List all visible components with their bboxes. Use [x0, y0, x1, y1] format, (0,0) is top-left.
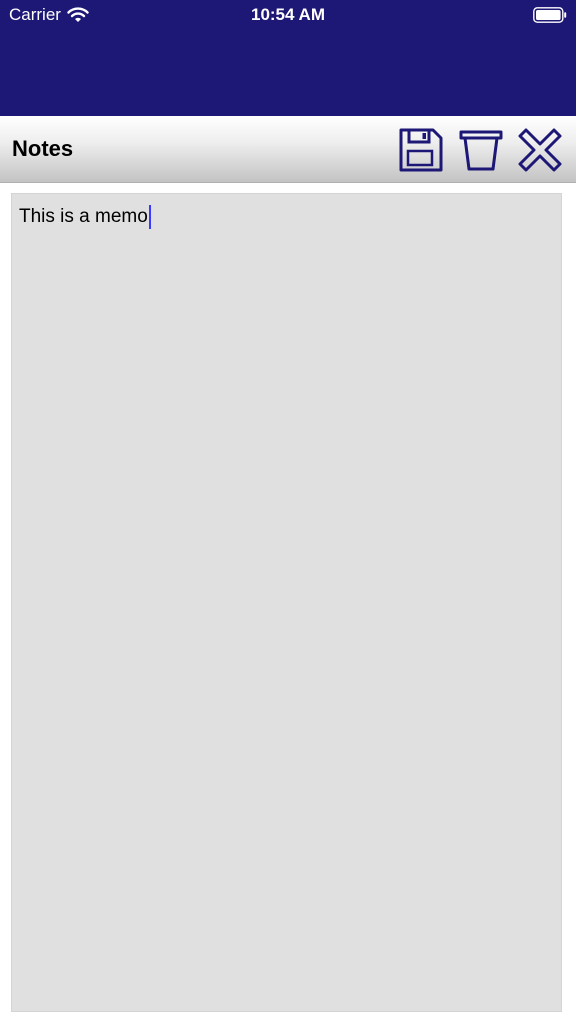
toolbar: Notes — [0, 116, 576, 183]
status-time: 10:54 AM — [250, 5, 325, 24]
memo-text: This is a memo — [19, 206, 148, 227]
status-bar: Carrier 10:54 AM — [0, 0, 576, 30]
close-button[interactable] — [517, 127, 563, 173]
text-caret — [148, 205, 151, 229]
save-button[interactable] — [398, 127, 444, 173]
header-background: Carrier 10:54 AM — [0, 0, 576, 116]
trash-can-icon — [459, 130, 503, 171]
page-title: Notes — [12, 136, 74, 161]
floppy-disk-icon — [399, 128, 443, 172]
delete-button[interactable] — [458, 127, 504, 173]
battery-icon — [533, 7, 567, 23]
memo-content: This is a memo — [19, 205, 151, 229]
memo-textarea[interactable]: This is a memo — [11, 193, 562, 1012]
close-x-icon — [518, 128, 562, 172]
